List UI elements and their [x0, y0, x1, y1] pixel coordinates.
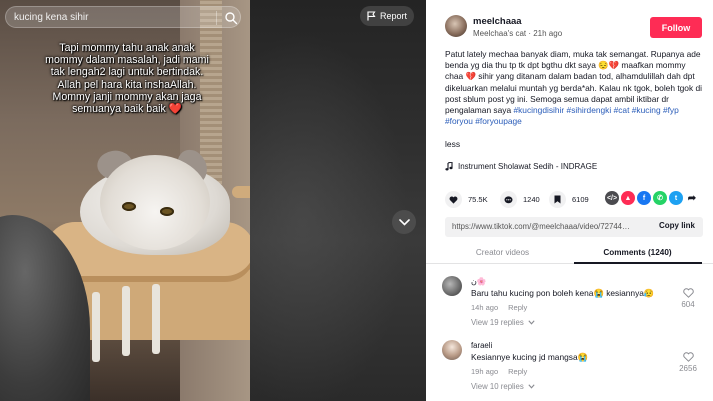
share-link-url[interactable]: https://www.tiktok.com/@meelchaaa/video/… [452, 222, 632, 231]
view-replies-button[interactable]: View 19 replies [471, 318, 535, 327]
comment-time: 14h ago [471, 303, 499, 312]
chevron-down-icon [528, 384, 535, 389]
chevron-down-icon [528, 320, 535, 325]
search-input[interactable]: kucing kena sihir [5, 6, 241, 28]
active-tab-indicator [574, 262, 702, 264]
tab-creator-videos[interactable]: Creator videos [431, 248, 574, 257]
comment-count: 1240 [523, 195, 540, 204]
hashtag-link[interactable]: #foryoupage [475, 116, 522, 126]
panel-tabs: Creator videos Comments (1240) [426, 242, 713, 264]
action-bar: 75.5K 1240 6109 </> ▲ f ✆ t ➦ [445, 191, 703, 209]
hashtag-link[interactable]: #sihirdengki [567, 105, 612, 115]
cat-eye [160, 207, 174, 216]
comment-meta: 14h ago Reply [471, 303, 527, 312]
author-display-name[interactable]: Meelchaa's cat [473, 29, 526, 38]
search-divider [216, 11, 217, 25]
list-item: ن🌸 Baru tahu kucing pon boleh kena😭 kesi… [426, 266, 713, 327]
twitter-icon[interactable]: t [669, 191, 683, 205]
music-link[interactable]: Instrument Sholawat Sedih - INDRAGE [445, 162, 597, 171]
whatsapp-icon[interactable]: ✆ [653, 191, 667, 205]
report-label: Report [379, 11, 407, 21]
comment-username[interactable]: faraeli [471, 341, 492, 350]
like-count: 75.5K [468, 195, 488, 204]
rail [122, 286, 130, 356]
comment-like[interactable]: 604 [673, 288, 703, 309]
save-action[interactable]: 6109 [549, 191, 589, 208]
reply-button[interactable]: Reply [508, 367, 527, 376]
heart-outline-icon[interactable] [682, 288, 694, 298]
cat-eye [122, 202, 136, 211]
view-replies-label[interactable]: View 19 replies [471, 318, 524, 327]
share-icons: </> ▲ f ✆ t ➦ [605, 191, 699, 205]
comment-list: ن🌸 Baru tahu kucing pon boleh kena😭 kesi… [426, 266, 713, 401]
search-icon[interactable] [224, 11, 238, 25]
cat-tree-shelf [232, 186, 250, 198]
rail [152, 284, 160, 354]
heart-icon[interactable] [445, 191, 462, 208]
author-header: meelchaaa Meelchaa's cat · 21h ago Follo… [426, 0, 713, 40]
comment-text: Kesiannye kucing jd mangsa😭 [471, 352, 589, 362]
comment-username[interactable]: ن🌸 [471, 277, 486, 286]
comment-action[interactable]: 1240 [500, 191, 540, 208]
cat-head [100, 155, 210, 250]
bookmark-icon[interactable] [549, 191, 566, 208]
music-note-icon [445, 162, 453, 171]
music-title[interactable]: Instrument Sholawat Sedih - INDRAGE [458, 162, 597, 171]
view-replies-label[interactable]: View 10 replies [471, 382, 524, 391]
hashtag-link[interactable]: #cat [614, 105, 630, 115]
follow-button[interactable]: Follow [650, 17, 702, 38]
avatar[interactable] [442, 340, 462, 360]
save-count: 6109 [572, 195, 589, 204]
post-time: 21h ago [533, 29, 563, 38]
comment-text: Baru tahu kucing pon boleh kena😭 kesiann… [471, 288, 655, 298]
tab-comments[interactable]: Comments (1240) [566, 248, 709, 257]
comment-like-count: 604 [681, 300, 695, 309]
hashtag-link[interactable]: #fyp [663, 105, 679, 115]
view-replies-button[interactable]: View 10 replies [471, 382, 535, 391]
tiktok-video-page: kucing kena sihir Report Tapi mommy tahu… [0, 0, 713, 401]
chevron-down-icon [398, 218, 410, 226]
flag-icon [367, 11, 376, 21]
share-link-box: https://www.tiktok.com/@meelchaaa/video/… [445, 217, 703, 237]
reply-button[interactable]: Reply [508, 303, 527, 312]
comment-time: 19h ago [471, 367, 499, 376]
search-query[interactable]: kucing kena sihir [14, 12, 88, 23]
send-icon[interactable]: ▲ [621, 191, 635, 205]
rail [92, 292, 100, 362]
report-button[interactable]: Report [360, 6, 414, 26]
share-arrow-icon[interactable]: ➦ [685, 191, 699, 205]
comment-meta: 19h ago Reply [471, 367, 527, 376]
avatar[interactable] [442, 276, 462, 296]
author-subline: Meelchaa's cat · 21h ago [473, 29, 562, 38]
video-player[interactable]: kucing kena sihir Report Tapi mommy tahu… [0, 0, 426, 401]
heart-outline-icon[interactable] [682, 352, 694, 362]
comment-icon[interactable] [500, 191, 517, 208]
hashtag-link[interactable]: #foryou [445, 116, 473, 126]
video-description: Patut lately mechaa banyak diam, muka ta… [445, 49, 703, 127]
hashtag-link[interactable]: #kucing [632, 105, 661, 115]
video-caption: Tapi mommy tahu anak anak mommy dalam ma… [45, 42, 209, 116]
avatar[interactable] [445, 15, 467, 37]
copy-link-button[interactable]: Copy link [659, 221, 695, 230]
comment-like-count: 2656 [679, 364, 697, 373]
video-info-panel: meelchaaa Meelchaa's cat · 21h ago Follo… [426, 0, 713, 401]
list-item: faraeli Kesiannye kucing jd mangsa😭 19h … [426, 330, 713, 391]
author-username[interactable]: meelchaaa [473, 16, 522, 27]
comment-like[interactable]: 2656 [673, 352, 703, 373]
facebook-icon[interactable]: f [637, 191, 651, 205]
less-toggle[interactable]: less [445, 139, 460, 149]
like-action[interactable]: 75.5K [445, 191, 488, 208]
embed-icon[interactable]: </> [605, 191, 619, 205]
next-video-button[interactable] [392, 210, 416, 234]
video-blurred-background [250, 0, 426, 401]
hashtag-link[interactable]: #kucingdisihir [513, 105, 564, 115]
